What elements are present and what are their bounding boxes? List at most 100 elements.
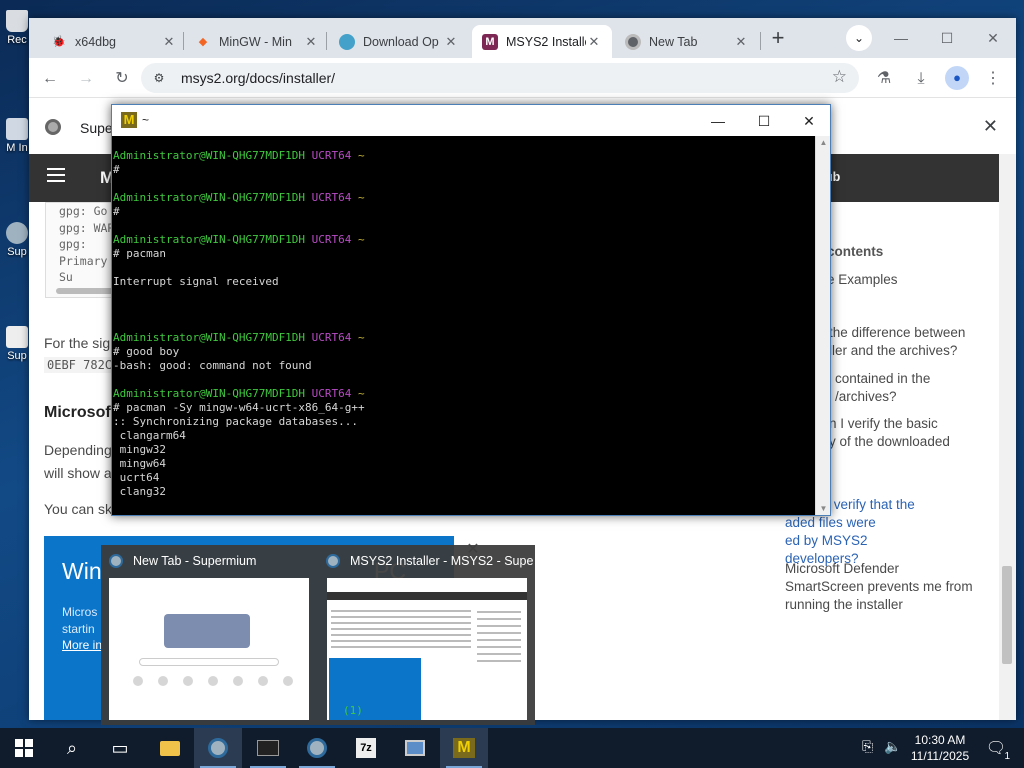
page-scrollbar-thumb[interactable] [1002, 566, 1012, 664]
thumbnail-msys2-installer[interactable]: MSYS2 Installer - MSYS2 - Supe (1) [318, 545, 535, 725]
terminal-taskbar-button[interactable] [244, 728, 292, 768]
labs-button[interactable]: ⚗ [871, 66, 897, 92]
scroll-down-icon[interactable]: ▼ [816, 504, 831, 513]
tab-search-button[interactable]: ⌄ [846, 25, 872, 51]
fingerprint-code: 0EBF 782C [44, 357, 116, 373]
browser-toolbar: ← → ↻ ⚙ msys2.org/docs/installer/ ☆ ⚗ ⤓ … [29, 58, 1016, 98]
close-icon[interactable]: ✕ [443, 34, 459, 50]
scroll-up-icon[interactable]: ▲ [816, 138, 831, 147]
prompt-path: ~ [351, 233, 365, 246]
forward-button[interactable]: → [73, 66, 99, 92]
address-bar[interactable]: ⚙ msys2.org/docs/installer/ ☆ [141, 63, 859, 93]
tab-mingw[interactable]: ◆ MinGW - Min ✕ [185, 25, 329, 58]
prompt-env: UCRT64 [305, 331, 352, 344]
banner-more-link[interactable]: More in [62, 638, 102, 652]
prompt-path: ~ [351, 191, 365, 204]
supermium-taskbar-button[interactable] [194, 728, 242, 768]
thumbnail-preview [109, 578, 309, 720]
toc-item[interactable]: n I verify the basic y of the downloaded [829, 415, 991, 451]
start-button[interactable] [0, 728, 48, 768]
back-button[interactable]: ← [37, 66, 63, 92]
search-icon: ⌕ [66, 737, 78, 758]
thumbnail-new-tab[interactable]: New Tab - Supermium [101, 545, 317, 725]
minimize-button[interactable]: — [698, 109, 738, 133]
supermium-shortcut-2[interactable]: Sup [4, 326, 30, 362]
arrow-left-icon: ← [42, 70, 58, 87]
info-bar-text: Supe [80, 120, 113, 136]
preview-number: (1) [343, 704, 363, 717]
terminal-scrollbar[interactable]: ▲ ▼ [815, 136, 830, 515]
tab-new-tab[interactable]: New Tab ✕ [615, 25, 759, 58]
msys2-taskbar-button[interactable]: M [440, 728, 488, 768]
prompt-user: Administrator@WIN-QHG77MDF1DH [113, 387, 306, 400]
maximize-button[interactable]: ☐ [744, 109, 784, 133]
7zip-taskbar-button[interactable]: 7z [342, 728, 390, 768]
recycle-bin-shortcut[interactable]: Rec [4, 10, 30, 46]
supermium-shortcut-icon [6, 326, 28, 348]
section-heading: Microsof [44, 404, 111, 421]
url-text[interactable]: msys2.org/docs/installer/ [181, 70, 335, 86]
prompt-env: UCRT64 [305, 149, 352, 162]
hamburger-menu-icon[interactable] [47, 168, 65, 182]
file-explorer-button[interactable] [146, 728, 194, 768]
minimize-button[interactable]: — [886, 26, 916, 50]
7zip-icon: 7z [356, 738, 376, 758]
reload-icon: ↻ [115, 70, 129, 87]
terminal-output[interactable]: Administrator@WIN-QHG77MDF1DH UCRT64 ~ # A… [113, 149, 815, 515]
supermium-icon [326, 554, 340, 568]
terminal-title-bar[interactable]: M ~ — ☐ ✕ [112, 105, 830, 136]
code-scrollbar[interactable] [56, 288, 116, 294]
volume-muted-icon[interactable]: 🔈 [884, 738, 901, 755]
supermium-logo-icon [45, 119, 61, 135]
paragraph: You can ski [44, 501, 116, 517]
tab-strip: 🐞 x64dbg ✕ ◆ MinGW - Min ✕ Download Op ✕… [29, 18, 1016, 58]
close-icon[interactable]: ✕ [733, 34, 749, 50]
msys2-terminal-window[interactable]: M ~ — ☐ ✕ Administrator@WIN-QHG77MDF1DH … [111, 104, 831, 516]
toc-heading: contents [827, 244, 884, 259]
search-button[interactable]: ⌕ [48, 728, 96, 768]
tab-msys2-installer[interactable]: M MSYS2 Installe ✕ [472, 25, 612, 58]
bookmark-star-icon[interactable]: ☆ [832, 67, 847, 87]
maximize-button[interactable]: ☐ [932, 26, 962, 50]
terminal-output-line: clang32 [113, 485, 166, 498]
toc-item[interactable]: contained in the /archives? [835, 370, 991, 406]
task-view-button[interactable]: ▭ [96, 728, 144, 768]
site-info-icon[interactable]: ⚙ [149, 68, 169, 88]
thumbnail-title: MSYS2 Installer - MSYS2 - Supe [350, 554, 534, 568]
network-app-taskbar-button[interactable] [391, 728, 439, 768]
menu-button[interactable]: ⋮ [980, 66, 1006, 92]
toc-item[interactable]: the difference between ller and the arch… [829, 324, 991, 360]
reload-button[interactable]: ↻ [109, 66, 135, 92]
page-scrollbar[interactable] [999, 154, 1016, 720]
toc-item[interactable]: Microsoft Defender SmartScreen prevents … [785, 560, 991, 614]
downloads-button[interactable]: ⤓ [908, 66, 934, 92]
close-icon[interactable]: ✕ [161, 34, 177, 50]
desktop-shortcut[interactable]: M In [4, 118, 30, 154]
close-icon[interactable]: ✕ [983, 116, 998, 137]
close-button[interactable]: ✕ [789, 109, 829, 133]
preview-header-bar [327, 592, 527, 600]
thumbnail-preview: (1) [327, 578, 527, 720]
clock[interactable]: 10:30 AM 11/11/2025 [904, 732, 976, 764]
tab-separator [760, 32, 761, 50]
prompt-user: Administrator@WIN-QHG77MDF1DH [113, 191, 306, 204]
notification-center-button[interactable]: 🗨 1 [980, 728, 1012, 768]
toc-item[interactable]: e Examples [827, 271, 991, 289]
terminal-prompt-line: Administrator@WIN-QHG77MDF1DH UCRT64 ~ [113, 233, 815, 247]
close-icon[interactable]: ✕ [303, 34, 319, 50]
supermium-taskbar-button-2[interactable] [293, 728, 341, 768]
network-icon[interactable]: ⎘ [862, 738, 873, 755]
paragraph: For the sig [44, 335, 111, 351]
close-window-button[interactable]: ✕ [978, 26, 1008, 50]
preview-text-lines [331, 606, 471, 652]
new-tab-button[interactable]: + [765, 26, 791, 52]
paragraph: will show a [44, 465, 112, 481]
windows-logo-icon [15, 739, 33, 757]
terminal-output-line: clangarm64 [113, 429, 186, 442]
profile-avatar[interactable]: ● [945, 66, 969, 90]
supermium-shortcut[interactable]: Sup [4, 222, 30, 258]
tab-download[interactable]: Download Op ✕ [329, 25, 469, 58]
tab-x64dbg[interactable]: 🐞 x64dbg ✕ [41, 25, 187, 58]
close-icon[interactable]: ✕ [586, 34, 602, 50]
